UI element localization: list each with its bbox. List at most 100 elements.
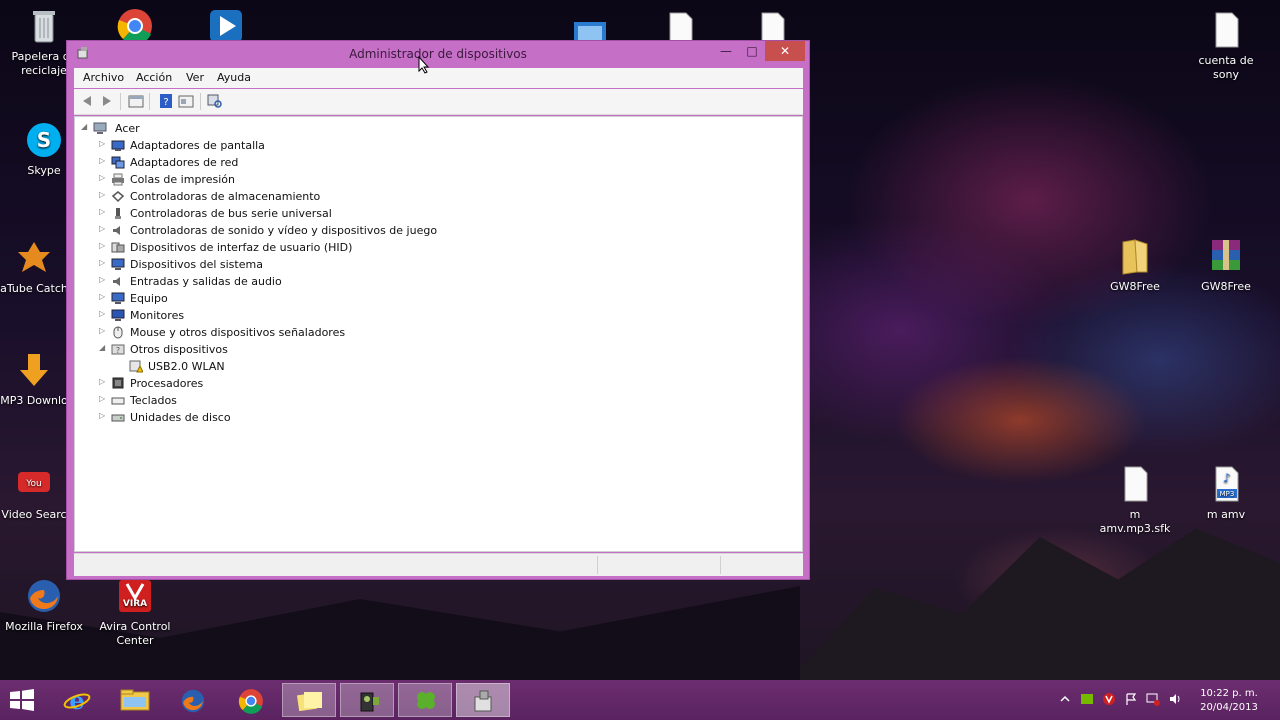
expand-arrow-icon[interactable]: ▷	[99, 292, 109, 301]
network-disconnected-icon[interactable]	[1146, 692, 1160, 706]
desktop-icon-mp3-downloader[interactable]: MP3 Downlo	[0, 350, 68, 408]
expand-arrow-icon[interactable]: ▷	[99, 309, 109, 318]
clover-icon	[417, 692, 435, 709]
desktop-icon-avira[interactable]: VIRA Avira Control Center	[93, 576, 177, 648]
processor-icon	[112, 377, 124, 389]
help-icon[interactable]: ?	[158, 93, 174, 109]
expand-arrow-icon[interactable]: ▷	[99, 139, 109, 148]
properties-icon[interactable]	[178, 93, 194, 109]
tree-node-label: Controladoras de sonido y vídeo y dispos…	[130, 224, 438, 237]
menu-bar: Archivo Acción Ver Ayuda	[74, 68, 803, 88]
desktop-icon-media-player[interactable]	[184, 6, 268, 40]
title-bar[interactable]: Administrador de dispositivos — □ ✕	[67, 41, 809, 67]
svg-text:You: You	[25, 479, 42, 489]
clock-time: 10:22 p. m.	[1200, 688, 1258, 699]
taskbar-sticky-notes[interactable]	[282, 683, 336, 717]
collapse-arrow-icon[interactable]: ◢	[81, 122, 91, 131]
maximize-button[interactable]: □	[739, 41, 765, 61]
expand-arrow-icon[interactable]: ▷	[99, 394, 109, 403]
expand-arrow-icon[interactable]: ▷	[99, 326, 109, 335]
back-arrow-icon[interactable]	[79, 93, 95, 109]
tree-node-label: Equipo	[130, 292, 168, 305]
expand-arrow-icon[interactable]: ▷	[99, 173, 109, 182]
start-button[interactable]	[0, 683, 44, 717]
tree-node-label: Teclados	[130, 394, 177, 407]
expand-arrow-icon[interactable]: ▷	[99, 156, 109, 165]
window-title: Administrador de dispositivos	[349, 47, 527, 61]
menu-ver[interactable]: Ver	[186, 71, 204, 84]
expand-arrow-icon[interactable]: ▷	[99, 241, 109, 250]
document-icon	[1215, 12, 1239, 48]
desktop-icon-chrome[interactable]	[93, 6, 177, 40]
taskbar-device-manager[interactable]	[456, 683, 510, 717]
expand-arrow-icon[interactable]: ▷	[99, 190, 109, 199]
nvidia-icon[interactable]	[1080, 692, 1094, 706]
taskbar-internet-explorer[interactable]: e	[50, 683, 104, 717]
svg-text:♪: ♪	[1223, 471, 1231, 485]
tree-node-label: Adaptadores de red	[130, 156, 239, 169]
menu-accion[interactable]: Acción	[136, 71, 172, 84]
menu-archivo[interactable]: Archivo	[83, 71, 124, 84]
forward-arrow-icon[interactable]	[99, 93, 115, 109]
printer-icon	[112, 173, 124, 186]
taskbar-chrome[interactable]	[224, 683, 278, 717]
console-tree-icon[interactable]	[128, 93, 144, 109]
desktop-icon-label: GW8Free	[1201, 280, 1251, 293]
chrome-icon	[117, 9, 152, 40]
expand-arrow-icon[interactable]: ▷	[99, 224, 109, 233]
volume-icon[interactable]	[1168, 692, 1182, 706]
tree-node-label: USB2.0 WLAN	[148, 360, 225, 373]
taskbar-firefox[interactable]	[166, 683, 220, 717]
device-manager-window[interactable]: Administrador de dispositivos — □ ✕ Arch…	[66, 40, 810, 580]
desktop-icon-label: Skype	[27, 164, 61, 177]
desktop-icon-label: Video Searc	[1, 508, 67, 521]
svg-text:?: ?	[163, 97, 168, 108]
desktop-icon-label: GW8Free	[1110, 280, 1160, 293]
usb-icon	[115, 208, 121, 219]
desktop-icon-document-1[interactable]	[638, 10, 722, 40]
background-mountain	[780, 528, 1280, 690]
menu-ayuda[interactable]: Ayuda	[217, 71, 251, 84]
expand-arrow-icon[interactable]: ▷	[99, 275, 109, 284]
desktop-icon-firefox[interactable]: Mozilla Firefox	[2, 576, 86, 634]
desktop-icon-label: Mozilla Firefox	[5, 620, 83, 633]
expand-arrow-icon[interactable]: ▷	[99, 377, 109, 386]
collapse-arrow-icon[interactable]: ◢	[99, 343, 109, 352]
desktop-icon-atube[interactable]: aTube Catch	[0, 238, 68, 296]
tree-node-label: Controladoras de bus serie universal	[130, 207, 332, 220]
firefox-icon	[28, 580, 60, 612]
taskbar-clock[interactable]: 10:22 p. m. 20/04/2013	[1194, 687, 1264, 715]
taskbar-file-explorer[interactable]	[108, 683, 162, 717]
desktop-icon-film[interactable]	[548, 14, 632, 40]
status-separator	[720, 556, 721, 574]
expand-arrow-icon[interactable]: ▷	[99, 411, 109, 420]
close-button[interactable]: ✕	[765, 41, 805, 61]
minimize-button[interactable]: —	[713, 41, 739, 61]
other-devices-icon: ?	[111, 344, 125, 355]
expand-arrow-icon[interactable]: ▷	[99, 207, 109, 216]
svg-text:MP3: MP3	[1220, 490, 1235, 498]
desktop-icon-document-2[interactable]	[730, 10, 814, 40]
action-center-flag-icon[interactable]	[1124, 692, 1138, 706]
avira-tray-icon[interactable]	[1102, 692, 1116, 706]
tree-node-label: Dispositivos del sistema	[130, 258, 263, 271]
taskbar-media-app[interactable]	[340, 683, 394, 717]
display-adapter-icon	[111, 140, 125, 151]
show-hidden-icons-arrow-icon[interactable]	[1058, 692, 1072, 706]
desktop-icon-gw8free-rar[interactable]: GW8Free	[1184, 236, 1268, 294]
chrome-icon	[238, 689, 263, 714]
device-tree[interactable]: ◢ Acer ▷ Adaptadores de pantalla ▷ Adapt…	[74, 116, 803, 552]
play-icon	[210, 10, 242, 40]
tree-node-label: Procesadores	[130, 377, 204, 390]
desktop-icon-m-amv-sfk[interactable]: m amv.mp3.sfk	[1093, 464, 1177, 536]
taskbar: e	[0, 680, 1280, 720]
scan-hardware-icon[interactable]	[207, 93, 223, 109]
desktop-icon-m-amv[interactable]: ♪ MP3 m amv	[1184, 464, 1268, 522]
expand-arrow-icon[interactable]: ▷	[99, 258, 109, 267]
desktop-icon-video-search[interactable]: You Video Searc	[0, 464, 68, 522]
desktop-icon-cuenta-sony[interactable]: cuenta de sony	[1184, 10, 1268, 82]
download-arrow-icon	[20, 354, 48, 386]
desktop-icon-gw8free-folder[interactable]: GW8Free	[1093, 236, 1177, 294]
taskbar-clover-app[interactable]	[398, 683, 452, 717]
speaker-icon	[113, 226, 120, 235]
